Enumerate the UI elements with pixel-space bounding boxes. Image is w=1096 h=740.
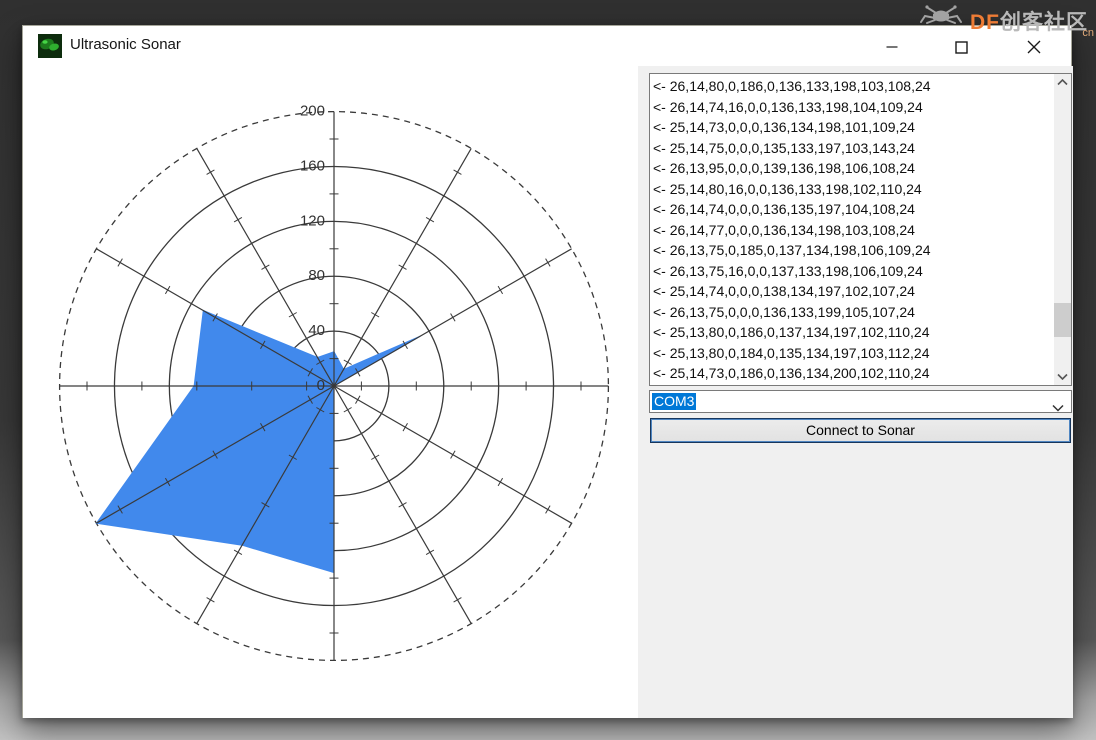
serial-line[interactable]: <- 26,13,95,0,0,0,139,136,198,106,108,24 xyxy=(653,158,1054,179)
chevron-up-icon xyxy=(1057,79,1068,86)
com-port-select[interactable]: COM3 xyxy=(649,390,1072,413)
serial-line[interactable]: <- 25,14,73,0,0,0,136,134,198,101,109,24 xyxy=(653,117,1054,138)
serial-line[interactable]: <- 25,14,74,0,0,0,138,134,197,102,107,24 xyxy=(653,281,1054,302)
serial-line[interactable]: <- 26,14,74,16,0,0,136,133,198,104,109,2… xyxy=(653,97,1054,118)
title-bar[interactable]: Ultrasonic Sonar xyxy=(23,26,1071,66)
scroll-up-button[interactable] xyxy=(1054,74,1071,91)
scrollbar[interactable] xyxy=(1054,74,1071,385)
maximize-button[interactable] xyxy=(944,32,978,62)
serial-line[interactable]: <- 25,13,80,0,186,0,137,134,197,102,110,… xyxy=(653,322,1054,343)
close-icon xyxy=(1027,40,1041,54)
connect-to-sonar-button[interactable]: Connect to Sonar xyxy=(650,418,1071,443)
radial-axis-label: 160 xyxy=(300,158,325,175)
chevron-down-icon xyxy=(1057,373,1068,380)
serial-line[interactable]: <- 25,13,80,0,184,0,135,134,197,103,112,… xyxy=(653,343,1054,364)
app-icon xyxy=(38,34,62,58)
serial-line[interactable]: <- 26,13,75,0,185,0,137,134,198,106,109,… xyxy=(653,240,1054,261)
minimize-button[interactable] xyxy=(875,32,909,62)
scroll-thumb[interactable] xyxy=(1054,303,1071,337)
radial-axis-label: 0 xyxy=(317,377,325,394)
radial-axis-label: 200 xyxy=(300,103,325,120)
serial-line[interactable]: <- 25,14,73,0,186,0,136,134,200,102,110,… xyxy=(653,363,1054,384)
close-button[interactable] xyxy=(1017,32,1051,62)
serial-log-list-lines: <- 26,14,80,0,186,0,136,133,198,103,108,… xyxy=(650,74,1054,385)
serial-line[interactable]: <- 26,14,74,0,0,0,136,135,197,104,108,24 xyxy=(653,199,1054,220)
serial-log-listbox[interactable]: <- 26,14,80,0,186,0,136,133,198,103,108,… xyxy=(649,73,1072,386)
chevron-down-icon[interactable] xyxy=(1052,399,1064,417)
sonar-sweep-polygon xyxy=(96,311,420,573)
serial-line[interactable]: <- 25,14,80,16,0,0,136,133,198,102,110,2… xyxy=(653,179,1054,200)
radial-axis-label: 40 xyxy=(308,322,325,339)
serial-line[interactable]: <- 26,14,80,0,186,0,136,133,198,103,108,… xyxy=(653,76,1054,97)
serial-line[interactable]: <- 26,13,75,16,0,0,137,133,198,106,109,2… xyxy=(653,261,1054,282)
serial-line[interactable]: <- 25,14,75,0,0,0,135,133,197,103,143,24 xyxy=(653,138,1054,159)
serial-line[interactable]: <- 26,13,75,0,0,0,136,133,199,105,107,24 xyxy=(653,302,1054,323)
radial-axis-labels: 0 40 80 120 160 200 xyxy=(300,103,325,394)
sonar-chart-svg: 0 40 80 120 160 200 xyxy=(23,66,638,718)
scroll-down-button[interactable] xyxy=(1054,368,1071,385)
app-window: Ultrasonic Sonar 0 40 80 120 160 200 <- 26,14… xyxy=(22,25,1072,718)
sonar-display: 0 40 80 120 160 200 xyxy=(23,66,638,718)
radial-axis-label: 80 xyxy=(308,267,325,284)
control-panel: <- 26,14,80,0,186,0,136,133,198,103,108,… xyxy=(638,66,1073,718)
com-port-selected-value: COM3 xyxy=(652,393,696,410)
radial-axis-label: 120 xyxy=(300,212,325,229)
minimize-icon xyxy=(886,41,898,53)
window-title: Ultrasonic Sonar xyxy=(70,36,181,53)
watermark-corner-text: cn xyxy=(1082,27,1094,39)
maximize-icon xyxy=(955,41,968,54)
serial-line[interactable]: <- 26,14,77,0,0,0,136,134,198,103,108,24 xyxy=(653,220,1054,241)
